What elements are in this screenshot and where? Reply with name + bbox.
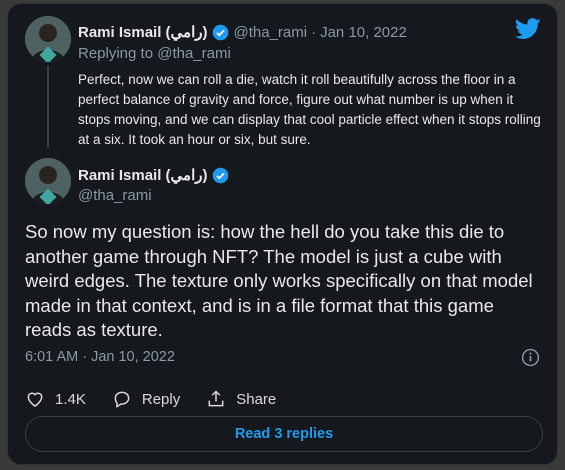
- info-icon[interactable]: [521, 348, 540, 367]
- share-button[interactable]: Share: [206, 389, 276, 409]
- author-name[interactable]: Rami Ismail (رامي): [78, 23, 208, 41]
- tweet-timestamp[interactable]: 6:01 AM · Jan 10, 2022: [25, 349, 175, 365]
- main-tweet-text: So now my question is: how the hell do y…: [25, 221, 533, 340]
- reply-icon: [114, 391, 130, 408]
- reply-author-row: Rami Ismail (رامي) @tha_rami · Jan 10, 2…: [78, 23, 407, 42]
- separator-dot: ·: [311, 23, 317, 41]
- author-name[interactable]: Rami Ismail (رامي): [78, 166, 208, 184]
- author-handle[interactable]: @tha_rami: [234, 24, 308, 41]
- thread-line: [47, 66, 49, 148]
- heart-icon: [27, 392, 43, 407]
- tweet-date[interactable]: Jan 10, 2022: [320, 24, 407, 41]
- reply-label: Reply: [141, 390, 181, 408]
- verified-icon: [212, 24, 228, 40]
- replying-to-line: Replying to @tha_rami: [78, 45, 231, 62]
- main-author-row: Rami Ismail (رامي): [78, 166, 229, 184]
- tweet-card: Rami Ismail (رامي) @tha_rami · Jan 10, 2…: [7, 3, 558, 465]
- reply-tweet-text: Perfect, now we can roll a die, watch it…: [78, 72, 541, 147]
- avatar[interactable]: [25, 158, 71, 204]
- twitter-logo-icon[interactable]: [515, 18, 541, 40]
- author-handle[interactable]: @tha_rami: [78, 187, 152, 204]
- read-replies-button[interactable]: Read 3 replies: [25, 416, 543, 452]
- action-bar: 1.4K Reply Share: [25, 389, 302, 409]
- like-button[interactable]: 1.4K: [25, 389, 86, 409]
- share-label: Share: [236, 390, 277, 408]
- replying-to-handle[interactable]: @tha_rami: [157, 45, 231, 62]
- share-icon: [208, 390, 224, 407]
- like-count: 1.4K: [55, 390, 86, 408]
- reply-button[interactable]: Reply: [112, 389, 180, 409]
- avatar[interactable]: [25, 16, 71, 62]
- verified-icon: [212, 167, 228, 183]
- replying-prefix: Replying to: [78, 45, 154, 62]
